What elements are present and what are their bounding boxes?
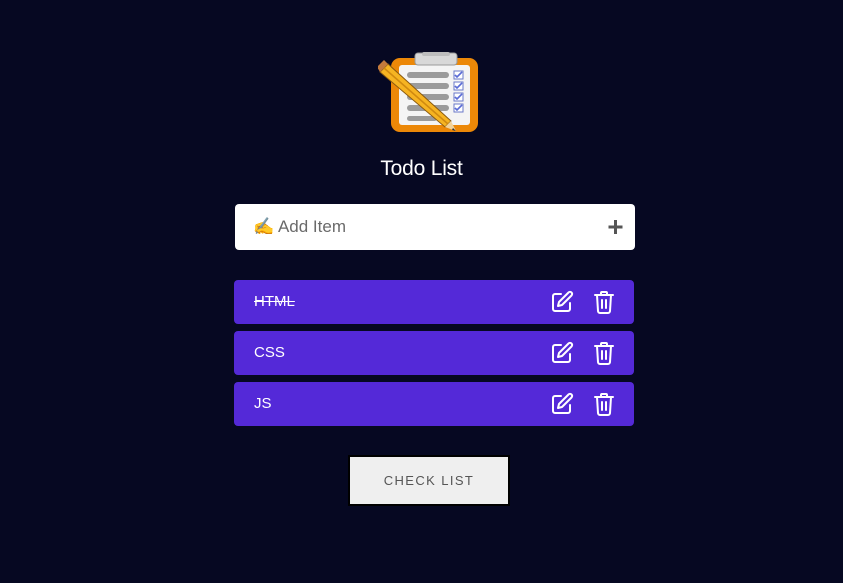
todo-item-text: CSS: [254, 344, 285, 361]
todo-item[interactable]: CSS: [234, 331, 634, 375]
check-list-button[interactable]: CHECK LIST: [348, 455, 510, 506]
page: Todo List HTML CSS: [0, 0, 843, 583]
edit-icon[interactable]: [550, 290, 574, 314]
clipboard-checklist-icon: [378, 52, 478, 132]
todo-list: HTML CSS JS: [234, 280, 634, 433]
trash-icon[interactable]: [594, 290, 614, 314]
todo-item[interactable]: JS: [234, 382, 634, 426]
add-item-input[interactable]: [235, 204, 595, 250]
plus-icon[interactable]: [607, 217, 625, 237]
page-title: Todo List: [380, 157, 463, 180]
todo-item-text: HTML: [254, 293, 295, 310]
trash-icon[interactable]: [594, 341, 614, 365]
trash-icon[interactable]: [594, 392, 614, 416]
edit-icon[interactable]: [550, 341, 574, 365]
add-item-box: [235, 204, 635, 250]
todo-item[interactable]: HTML: [234, 280, 634, 324]
edit-icon[interactable]: [550, 392, 574, 416]
todo-item-text: JS: [254, 395, 272, 412]
